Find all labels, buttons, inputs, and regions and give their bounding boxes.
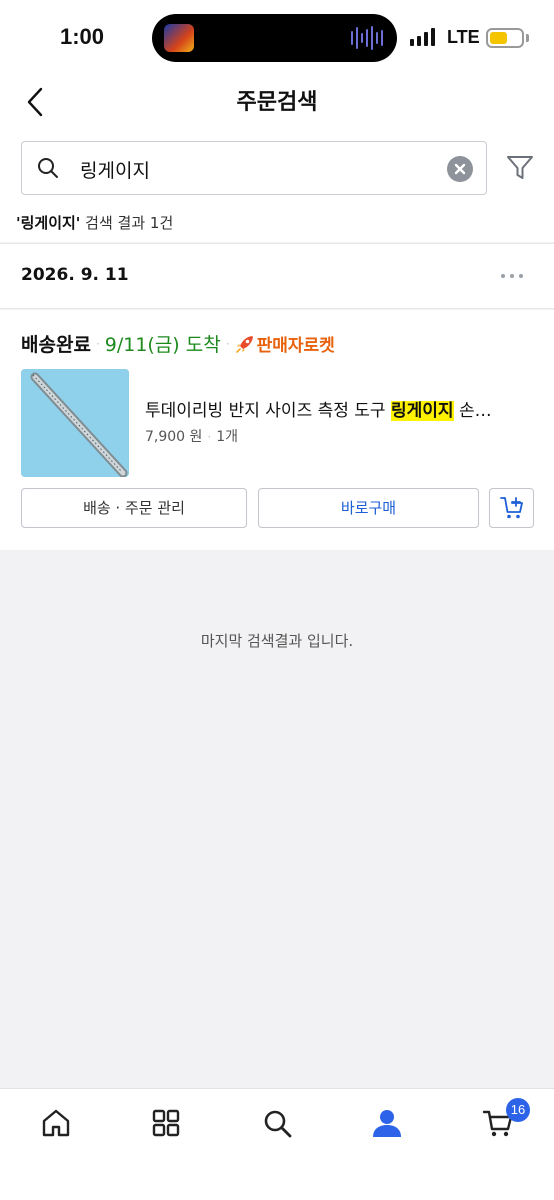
my-page-icon — [373, 1110, 401, 1137]
home-icon — [42, 1109, 70, 1137]
clear-icon — [454, 163, 466, 175]
result-count: 검색 결과 1건 — [80, 214, 174, 232]
filter-icon — [507, 156, 533, 179]
dynamic-island — [152, 14, 397, 62]
end-of-results-message: 마지막 검색결과 입니다. — [200, 632, 354, 650]
delivery-status: 배송완료 — [21, 334, 91, 356]
product-price: 7,900 원 — [145, 429, 203, 445]
result-summary: '링게이지' 검색 결과 1건 — [0, 208, 554, 242]
order-card: 배송완료 · 9/11(금) 도착 · 판매자로켓 투데이리빙 반지 사이즈 측… — [0, 310, 554, 550]
product-name-prefix: 투데이리빙 반지 사이즈 측정 도구 — [145, 401, 391, 421]
page-title: 주문검색 — [236, 90, 318, 115]
rocket-icon — [235, 335, 253, 353]
clear-search-button[interactable] — [447, 156, 473, 182]
seller-badge-label: 판매자로켓 — [256, 336, 335, 356]
status-time: 1:00 — [60, 24, 105, 49]
signal-icon — [410, 28, 435, 46]
search-area — [0, 136, 554, 208]
product-name-suffix: 손… — [453, 401, 492, 421]
battery-cap — [526, 34, 529, 42]
cart-count-badge: 16 — [506, 1098, 530, 1122]
product-thumbnail[interactable] — [21, 369, 129, 477]
price-quantity: 7,900 원 · 1개 — [145, 426, 238, 446]
delivery-status-row: 배송완료 · 9/11(금) 도착 · 판매자로켓 — [21, 330, 335, 357]
more-icon — [519, 274, 523, 278]
ring-gauge-image — [21, 369, 129, 477]
nav-category[interactable] — [150, 1107, 182, 1139]
search-box[interactable] — [21, 141, 487, 195]
battery-icon — [486, 28, 524, 48]
bottom-navigation: 16 — [0, 1088, 554, 1200]
search-nav-icon — [264, 1110, 292, 1138]
status-bar: 1:00 LTE — [0, 0, 554, 76]
network-type: LTE — [447, 27, 480, 47]
filter-button[interactable] — [505, 153, 535, 183]
seller-rocket-badge: 판매자로켓 — [235, 331, 335, 356]
more-icon — [501, 274, 505, 278]
separator-dot: · — [95, 336, 100, 351]
nav-my-page[interactable] — [371, 1107, 403, 1139]
more-options-button[interactable] — [501, 266, 529, 286]
product-quantity: 1개 — [216, 429, 239, 445]
search-icon — [38, 158, 58, 178]
nav-search[interactable] — [261, 1107, 293, 1139]
search-input[interactable] — [80, 154, 430, 184]
audio-wave-icon — [351, 26, 383, 50]
separator-dot: · — [207, 430, 212, 444]
live-activity-app-icon — [164, 24, 194, 52]
more-icon — [510, 274, 514, 278]
result-query: '링게이지' — [16, 214, 81, 232]
category-icon — [152, 1109, 180, 1137]
add-to-cart-button[interactable] — [489, 488, 534, 528]
product-name-highlight: 링게이지 — [390, 401, 454, 421]
nav-home[interactable] — [40, 1107, 72, 1139]
delivery-order-manage-button[interactable]: 배송 · 주문 관리 — [21, 488, 247, 528]
order-date-row: 2026. 9. 11 — [0, 243, 554, 309]
order-date: 2026. 9. 11 — [21, 265, 129, 285]
product-name[interactable]: 투데이리빙 반지 사이즈 측정 도구 링게이지 손… — [145, 396, 535, 421]
arrival-date: 9/11(금) 도착 — [104, 334, 221, 356]
buy-again-button[interactable]: 바로구매 — [258, 488, 479, 528]
page-header: 주문검색 — [0, 76, 554, 136]
separator-dot: · — [225, 336, 230, 351]
cart-add-icon — [499, 497, 523, 519]
